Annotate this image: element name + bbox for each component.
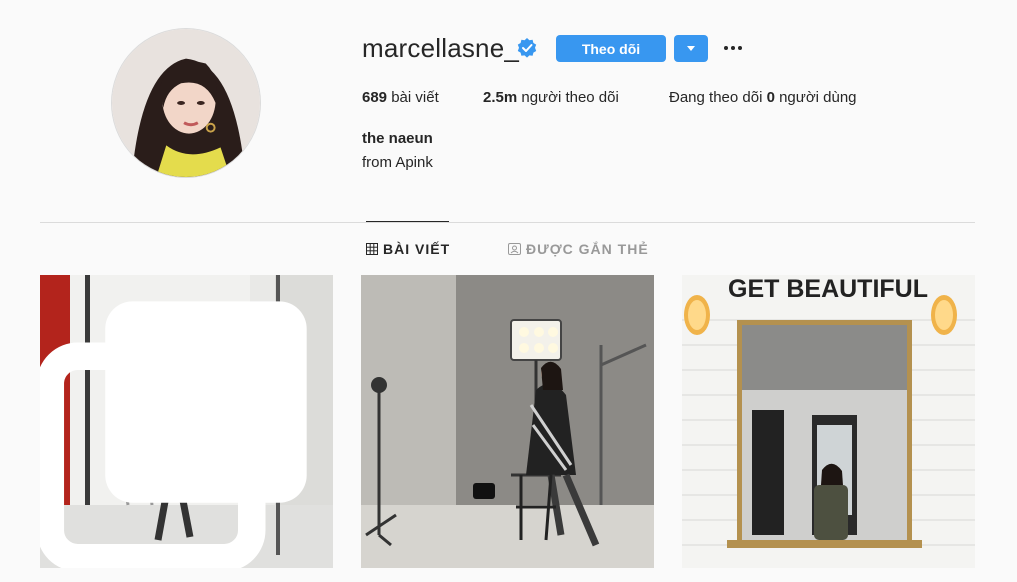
more-dot-icon — [738, 46, 742, 50]
active-tab-indicator — [366, 221, 449, 222]
more-options-button[interactable] — [720, 36, 746, 60]
tab-posts-label: BÀI VIẾT — [383, 241, 451, 257]
tagged-icon — [508, 243, 521, 255]
followers-label: người theo dõi — [521, 89, 619, 106]
post-3-image: GET BEAUTIFUL — [682, 275, 975, 568]
full-name: the naeun — [362, 130, 433, 147]
avatar-image — [112, 29, 260, 177]
more-dot-icon — [731, 46, 735, 50]
followers-count: 2.5m — [483, 89, 518, 106]
followers-stat[interactable]: 2.5m người theo dõi — [483, 89, 619, 106]
tab-tagged-label: ĐƯỢC GẮN THẺ — [526, 241, 649, 257]
chevron-down-icon — [687, 46, 695, 51]
following-suffix: người dùng — [779, 89, 857, 106]
follow-button[interactable]: Theo dõi — [556, 35, 666, 62]
tab-tagged[interactable]: ĐƯỢC GẮN THẺ — [508, 241, 649, 257]
multiple-photos-icon — [40, 301, 307, 568]
post-2-image — [361, 275, 654, 568]
post-thumbnail-2[interactable] — [361, 275, 654, 568]
post-thumbnail-1[interactable] — [40, 275, 333, 568]
posts-stat: 689 bài viết — [362, 89, 439, 106]
profile-avatar[interactable] — [111, 28, 261, 178]
suggested-dropdown-button[interactable] — [674, 35, 708, 62]
username: marcellasne_ — [362, 33, 520, 63]
get-beautiful-sign: GET BEAUTIFUL — [728, 275, 928, 303]
tabs-divider — [40, 222, 975, 223]
verified-badge-icon — [517, 38, 537, 58]
grid-icon — [366, 243, 378, 255]
post-thumbnail-3[interactable]: GET BEAUTIFUL — [682, 275, 975, 568]
following-prefix: Đang theo dõi — [669, 89, 763, 106]
following-stat[interactable]: Đang theo dõi 0 người dùng — [669, 89, 857, 106]
posts-count: 689 — [362, 89, 388, 106]
following-count: 0 — [766, 89, 775, 106]
bio-text: from Apink — [362, 154, 433, 171]
tab-posts[interactable]: BÀI VIẾT — [366, 241, 450, 257]
posts-label: bài viết — [391, 89, 439, 106]
more-dot-icon — [724, 46, 728, 50]
